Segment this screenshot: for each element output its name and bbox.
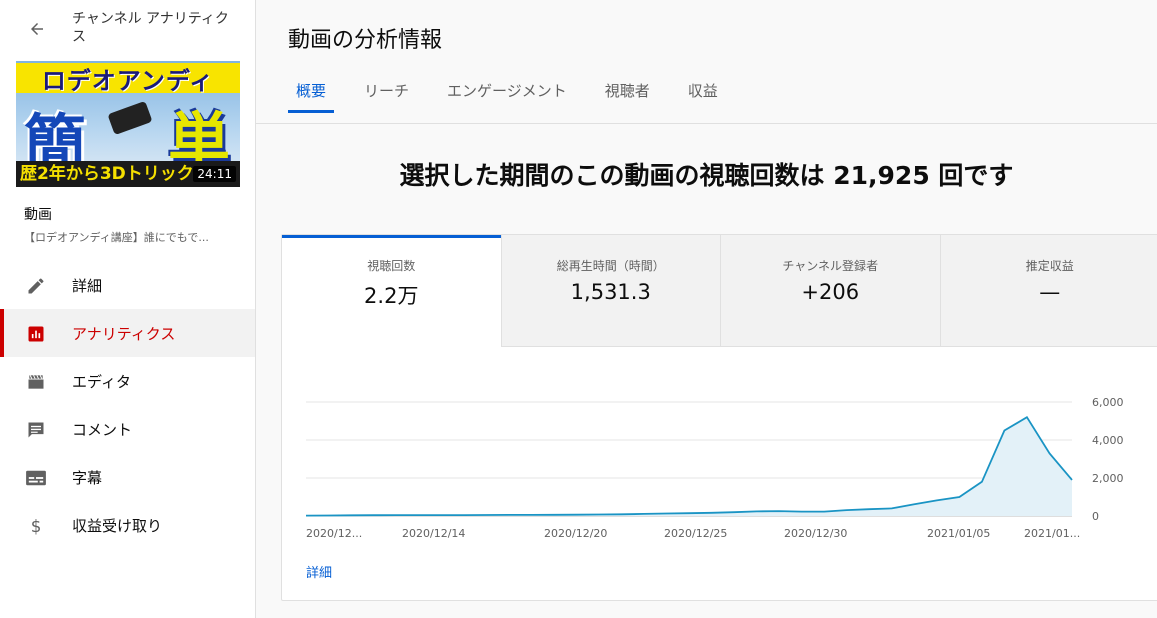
sidebar-item-monetization[interactable]: $ 収益受け取り xyxy=(0,501,255,549)
y-tick-label: 0 xyxy=(1092,510,1099,523)
sidebar-item-label: 収益受け取り xyxy=(72,516,163,535)
tabs-divider xyxy=(256,123,1157,124)
sidebar-item-label: 詳細 xyxy=(72,276,103,295)
series-area xyxy=(306,417,1072,516)
comment-icon xyxy=(24,418,48,442)
sidebar-item-subtitles[interactable]: 字幕 xyxy=(0,453,255,501)
x-tick-label: 2020/12/25 xyxy=(664,527,727,540)
x-tick-label: 2020/12/20 xyxy=(544,527,607,540)
metric-watch-time[interactable]: 総再生時間（時間） 1,531.3 xyxy=(501,235,721,347)
views-chart[interactable]: 0 2,000 4,000 6,000 2020/12... 2020/12/14 2020… xyxy=(282,347,1157,547)
chart-svg: 0 2,000 4,000 6,000 2020/12... 2020/12/14 2020… xyxy=(305,396,1124,540)
x-tick-label: 2021/01... xyxy=(1024,527,1080,540)
subtitles-icon xyxy=(24,466,48,490)
sidebar-item-details[interactable]: 詳細 xyxy=(0,261,255,309)
dollar-icon: $ xyxy=(24,514,48,538)
skier-figure xyxy=(107,100,153,136)
views-headline: 選択した期間のこの動画の視聴回数は 21,925 回です xyxy=(399,161,1014,190)
metric-revenue[interactable]: 推定収益 — xyxy=(940,235,1157,347)
metrics-card: 視聴回数 2.2万 総再生時間（時間） 1,531.3 チャンネル登録者 +20… xyxy=(281,234,1157,601)
sidebar-item-comments[interactable]: コメント xyxy=(0,405,255,453)
video-thumbnail[interactable]: ロデオアンディ 簡 単 歴2年から3Dトリック 24:11 xyxy=(16,61,240,187)
sidebar-nav: 詳細 アナリティクス エディタ コメント 字幕 $ 収益受け取り xyxy=(0,261,255,549)
x-tick-label: 2021/01/05 xyxy=(927,527,990,540)
video-duration: 24:11 xyxy=(193,166,236,182)
tab-engagement[interactable]: エンゲージメント xyxy=(439,80,575,113)
metric-label: 推定収益 xyxy=(1025,259,1074,273)
y-tick-label: 2,000 xyxy=(1092,472,1124,485)
tab-audience[interactable]: 視聴者 xyxy=(597,80,658,113)
sidebar-item-analytics[interactable]: アナリティクス xyxy=(0,309,255,357)
analytics-icon xyxy=(24,322,48,346)
tab-revenue[interactable]: 収益 xyxy=(680,80,726,113)
back-arrow-icon[interactable] xyxy=(26,18,48,40)
sidebar: チャンネル アナリティクス ロデオアンディ 簡 単 歴2年から3Dトリック 24… xyxy=(0,0,256,618)
metric-tabs: 視聴回数 2.2万 総再生時間（時間） 1,531.3 チャンネル登録者 +20… xyxy=(282,235,1157,347)
sidebar-item-label: 字幕 xyxy=(72,468,103,487)
thumbnail-top-text: ロデオアンディ xyxy=(16,63,240,95)
metric-views[interactable]: 視聴回数 2.2万 xyxy=(282,235,502,347)
metric-value: — xyxy=(1039,280,1061,304)
x-tick-label: 2020/12... xyxy=(306,527,362,540)
sidebar-item-label: アナリティクス xyxy=(72,324,176,343)
sidebar-item-editor[interactable]: エディタ xyxy=(0,357,255,405)
channel-analytics-title: チャンネル アナリティクス xyxy=(72,11,229,45)
y-tick-label: 6,000 xyxy=(1092,396,1124,409)
details-link[interactable]: 詳細 xyxy=(306,562,332,581)
tab-reach[interactable]: リーチ xyxy=(356,80,417,113)
film-clapper-icon xyxy=(24,370,48,394)
sidebar-item-label: コメント xyxy=(72,420,133,439)
x-tick-label: 2020/12/30 xyxy=(784,527,847,540)
metric-value: +206 xyxy=(801,280,860,304)
metric-subscribers[interactable]: チャンネル登録者 +206 xyxy=(721,235,941,347)
y-tick-label: 4,000 xyxy=(1092,434,1124,447)
tab-overview[interactable]: 概要 xyxy=(288,80,335,113)
video-label: 動画 xyxy=(24,207,52,223)
svg-text:$: $ xyxy=(31,517,42,536)
tab-bar: 概要 リーチ エンゲージメント 視聴者 収益 xyxy=(288,80,748,113)
sidebar-item-label: エディタ xyxy=(72,372,131,391)
metric-value: 1,531.3 xyxy=(570,280,651,304)
main-content: 動画の分析情報 概要 リーチ エンゲージメント 視聴者 収益 選択した期間のこの… xyxy=(256,0,1157,618)
metric-value: 2.2万 xyxy=(364,284,419,308)
x-tick-label: 2020/12/14 xyxy=(402,527,465,540)
video-title: 【ロデオアンディ講座】誰にでもで... xyxy=(24,231,209,244)
metric-label: 視聴回数 xyxy=(367,259,416,273)
metric-label: チャンネル登録者 xyxy=(782,259,879,273)
metric-label: 総再生時間（時間） xyxy=(556,259,665,273)
pencil-icon xyxy=(24,274,48,298)
page-title: 動画の分析情報 xyxy=(288,28,443,53)
